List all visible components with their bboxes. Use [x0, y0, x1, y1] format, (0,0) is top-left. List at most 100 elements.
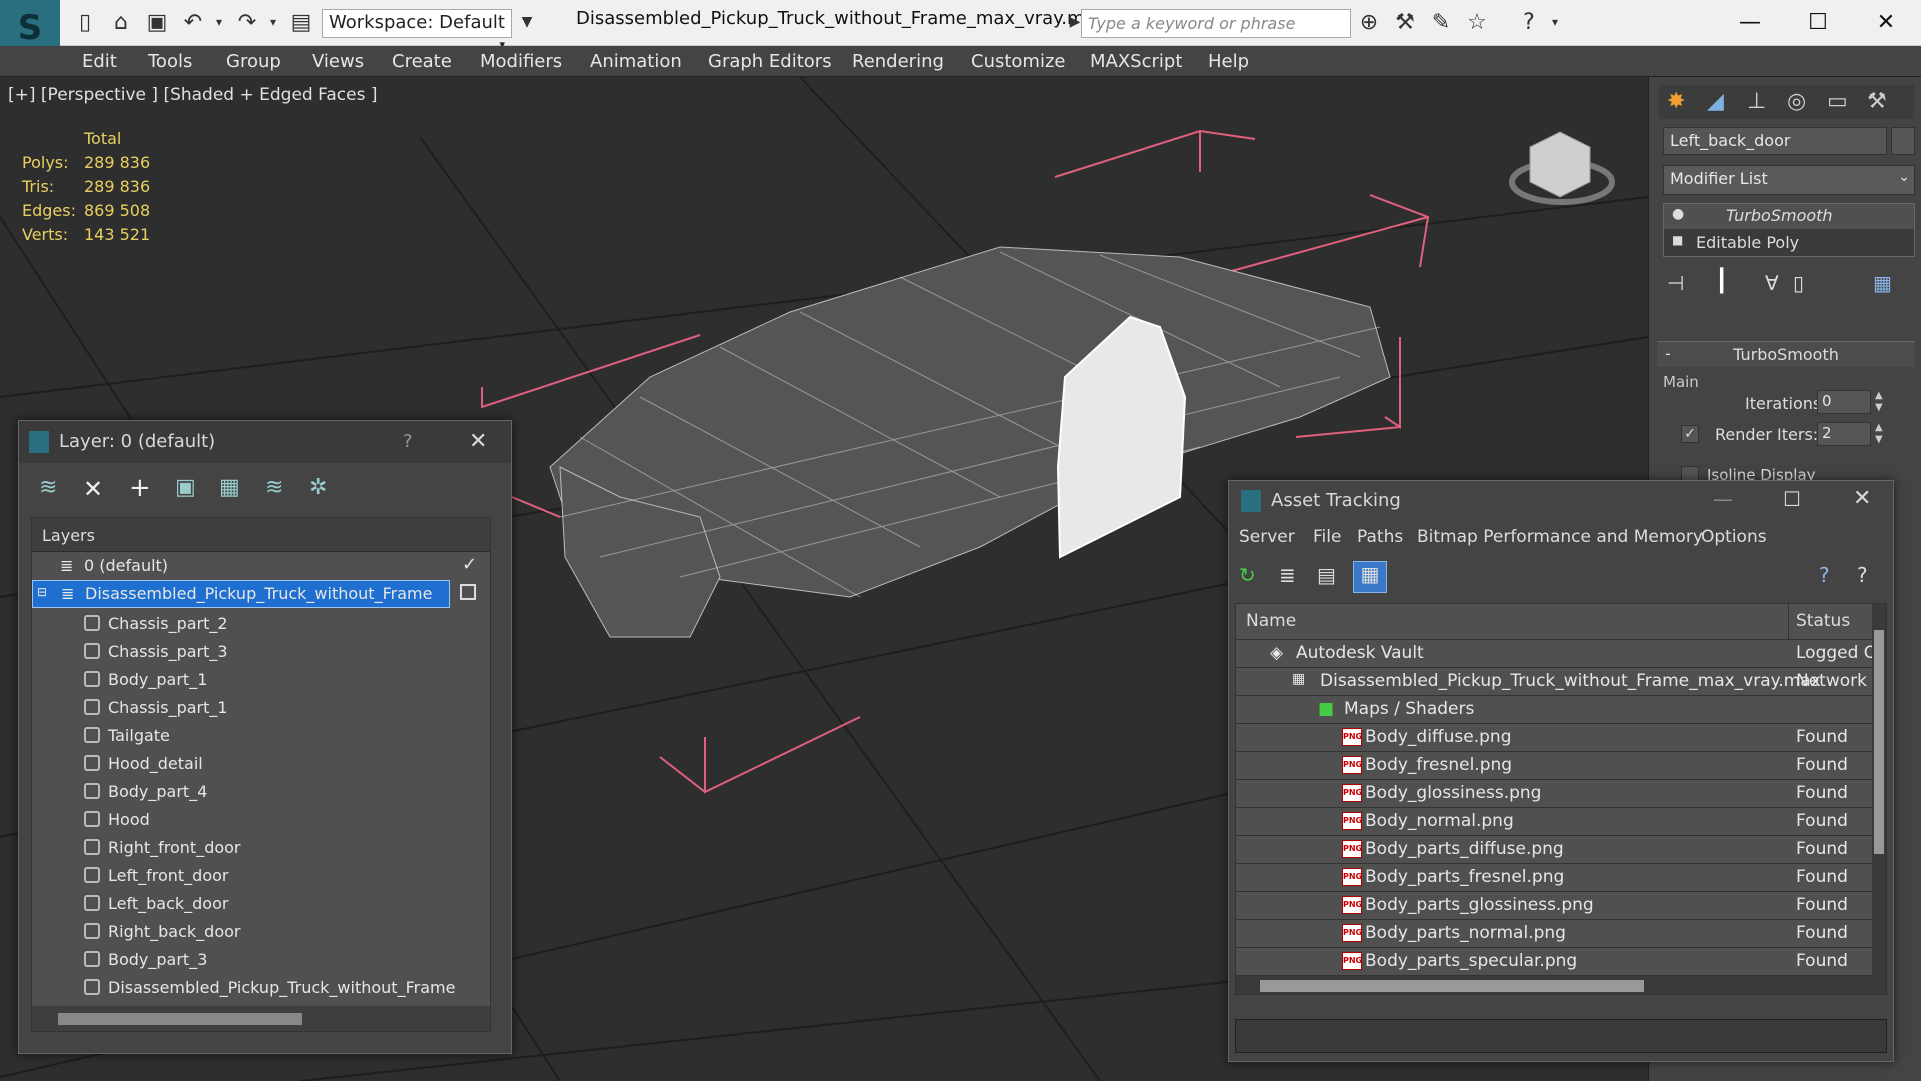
- remove-modifier-icon[interactable]: ▯: [1793, 271, 1804, 295]
- object-row[interactable]: Disassembled_Pickup_Truck_without_Frame: [32, 973, 490, 1001]
- asset-row-texture[interactable]: PNG Body_diffuse.png Found: [1236, 724, 1886, 752]
- asset-tracking-titlebar[interactable]: Asset Tracking — ☐ ✕: [1229, 481, 1893, 521]
- wrench-icon[interactable]: ⚒: [1392, 9, 1418, 35]
- menu-graph-editors[interactable]: Graph Editors: [708, 51, 832, 72]
- object-row[interactable]: Left_front_door: [32, 861, 490, 889]
- menu-options[interactable]: Options: [1701, 527, 1767, 547]
- close-icon[interactable]: ✕: [1853, 486, 1871, 511]
- menu-edit[interactable]: Edit: [82, 51, 117, 72]
- asset-row-texture[interactable]: PNG Body_glossiness.png Found: [1236, 780, 1886, 808]
- layer-row[interactable]: ≣ 0 (default) ✓: [32, 552, 490, 580]
- asset-row-max-file[interactable]: ▦ Disassembled_Pickup_Truck_without_Fram…: [1236, 668, 1886, 696]
- layer-dialog-titlebar[interactable]: Layer: 0 (default) ? ✕: [19, 421, 511, 463]
- viewcube[interactable]: [1509, 131, 1615, 205]
- open-folder-icon[interactable]: ⌂: [108, 9, 134, 35]
- menu-maxscript[interactable]: MAXScript: [1090, 51, 1182, 72]
- asset-row-texture[interactable]: PNG Body_parts_glossiness.png Found: [1236, 892, 1886, 920]
- asset-table-header[interactable]: Name Status: [1236, 604, 1872, 640]
- close-icon[interactable]: ✕: [1856, 4, 1916, 40]
- new-layer-icon[interactable]: ≋: [39, 475, 57, 500]
- workspace-select[interactable]: Workspace: Default ▾: [322, 9, 512, 51]
- menu-create[interactable]: Create: [392, 51, 452, 72]
- asset-row-texture[interactable]: PNG Body_normal.png Found: [1236, 808, 1886, 836]
- minimize-icon[interactable]: —: [1713, 487, 1733, 511]
- viewport-label[interactable]: [+] [Perspective ] [Shaded + Edged Faces…: [8, 85, 377, 105]
- object-row[interactable]: Hood_detail: [32, 749, 490, 777]
- menu-server[interactable]: Server: [1239, 527, 1295, 547]
- scrollbar-thumb[interactable]: [1874, 630, 1884, 854]
- modify-tab-icon[interactable]: ◢: [1707, 89, 1724, 114]
- spinner-arrows-icon[interactable]: ▲ ▼: [1875, 390, 1883, 414]
- asset-row-texture[interactable]: PNG Body_parts_normal.png Found: [1236, 920, 1886, 948]
- turbosmooth-rollout-header[interactable]: - TurboSmooth: [1657, 341, 1915, 367]
- make-unique-icon[interactable]: ∀: [1765, 271, 1779, 295]
- layer-row-selected[interactable]: ⊟ ≣ Disassembled_Pickup_Truck_without_Fr…: [32, 580, 450, 608]
- object-row[interactable]: Chassis_part_3: [32, 637, 490, 665]
- set-current-toggle-icon[interactable]: [460, 584, 476, 600]
- menu-group[interactable]: Group: [226, 51, 281, 72]
- table-view-icon[interactable]: ▦: [1353, 561, 1387, 593]
- utilities-tab-icon[interactable]: ⚒: [1867, 89, 1887, 114]
- select-layer-icon[interactable]: ▦: [219, 475, 240, 500]
- scrollbar-thumb[interactable]: [1260, 980, 1644, 992]
- current-layer-checkmark-icon[interactable]: ✓: [462, 554, 477, 575]
- spinner-arrows-icon[interactable]: ▲ ▼: [1875, 422, 1883, 446]
- asset-row-vault[interactable]: ◈ Autodesk Vault Logged O: [1236, 640, 1886, 668]
- minimize-icon[interactable]: —: [1720, 4, 1780, 40]
- add-to-layer-icon[interactable]: +: [129, 473, 151, 503]
- object-row[interactable]: Chassis_part_1: [32, 693, 490, 721]
- help-button[interactable]: ?: [403, 431, 413, 452]
- menu-views[interactable]: Views: [312, 51, 364, 72]
- close-icon[interactable]: ✕: [469, 429, 487, 454]
- object-row[interactable]: Left_back_door: [32, 889, 490, 917]
- maximize-icon[interactable]: ☐: [1783, 487, 1801, 511]
- vertical-scrollbar[interactable]: [1872, 604, 1886, 994]
- menu-tools[interactable]: Tools: [148, 51, 192, 72]
- object-row[interactable]: Body_part_1: [32, 665, 490, 693]
- project-folder-icon[interactable]: ▤: [288, 9, 314, 35]
- new-file-icon[interactable]: ▯: [72, 9, 98, 35]
- search-input[interactable]: Type a keyword or phrase: [1081, 9, 1351, 38]
- stack-item-turbosmooth[interactable]: ● TurboSmooth: [1664, 204, 1914, 229]
- modifier-list-dropdown[interactable]: Modifier List ⌄: [1663, 165, 1915, 195]
- info-question-icon[interactable]: ?: [1857, 563, 1868, 587]
- menu-rendering[interactable]: Rendering: [852, 51, 944, 72]
- undo-icon[interactable]: ↶: [180, 9, 206, 35]
- asset-row-texture[interactable]: PNG Body_parts_diffuse.png Found: [1236, 836, 1886, 864]
- create-tab-icon[interactable]: ✸: [1667, 89, 1685, 114]
- refresh-icon[interactable]: ↻: [1239, 563, 1256, 587]
- menu-modifiers[interactable]: Modifiers: [480, 51, 562, 72]
- scrollbar-thumb[interactable]: [58, 1013, 302, 1025]
- render-iters-spinner[interactable]: 2: [1817, 422, 1871, 446]
- horizontal-scrollbar[interactable]: [1236, 976, 1872, 994]
- object-row[interactable]: Chassis_part_2: [32, 609, 490, 637]
- configure-sets-icon[interactable]: ▦: [1873, 271, 1892, 295]
- redo-dropdown-icon[interactable]: ▾: [260, 9, 286, 35]
- binoculars-icon[interactable]: ⊕: [1356, 9, 1382, 35]
- layer-tree-header[interactable]: Layers: [32, 518, 490, 552]
- undo-dropdown-icon[interactable]: ▾: [206, 9, 232, 35]
- pin-stack-icon[interactable]: ⊣: [1667, 271, 1684, 295]
- menu-customize[interactable]: Customize: [971, 51, 1065, 72]
- redo-icon[interactable]: ↷: [234, 9, 260, 35]
- asset-row-maps[interactable]: ■ Maps / Shaders: [1236, 696, 1886, 724]
- asset-row-texture[interactable]: PNG Body_parts_specular.png Found: [1236, 948, 1886, 976]
- save-icon[interactable]: ▣: [144, 9, 170, 35]
- favorites-star-icon[interactable]: ☆: [1464, 9, 1490, 35]
- light-bulb-icon[interactable]: ●: [1672, 206, 1684, 222]
- asset-path-field[interactable]: [1235, 1019, 1887, 1053]
- workspace-menu-icon[interactable]: ▼: [514, 9, 540, 35]
- display-tab-icon[interactable]: ▭: [1827, 89, 1848, 114]
- collapse-minus-icon[interactable]: ⊟: [37, 585, 47, 599]
- object-color-swatch[interactable]: [1891, 127, 1915, 155]
- menu-animation[interactable]: Animation: [590, 51, 682, 72]
- horizontal-scrollbar[interactable]: [32, 1006, 490, 1031]
- help-dropdown-icon[interactable]: ▾: [1542, 9, 1568, 35]
- object-name-field[interactable]: Left_back_door: [1663, 127, 1887, 155]
- expand-plus-icon[interactable]: ■: [1672, 233, 1683, 247]
- stack-item-editable-poly[interactable]: ■ Editable Poly: [1664, 230, 1914, 256]
- help-question-icon[interactable]: ?: [1819, 563, 1830, 587]
- menu-help[interactable]: Help: [1208, 51, 1249, 72]
- render-iters-checkbox[interactable]: ✓: [1681, 425, 1699, 443]
- hide-all-layers-icon[interactable]: ✲: [309, 475, 327, 500]
